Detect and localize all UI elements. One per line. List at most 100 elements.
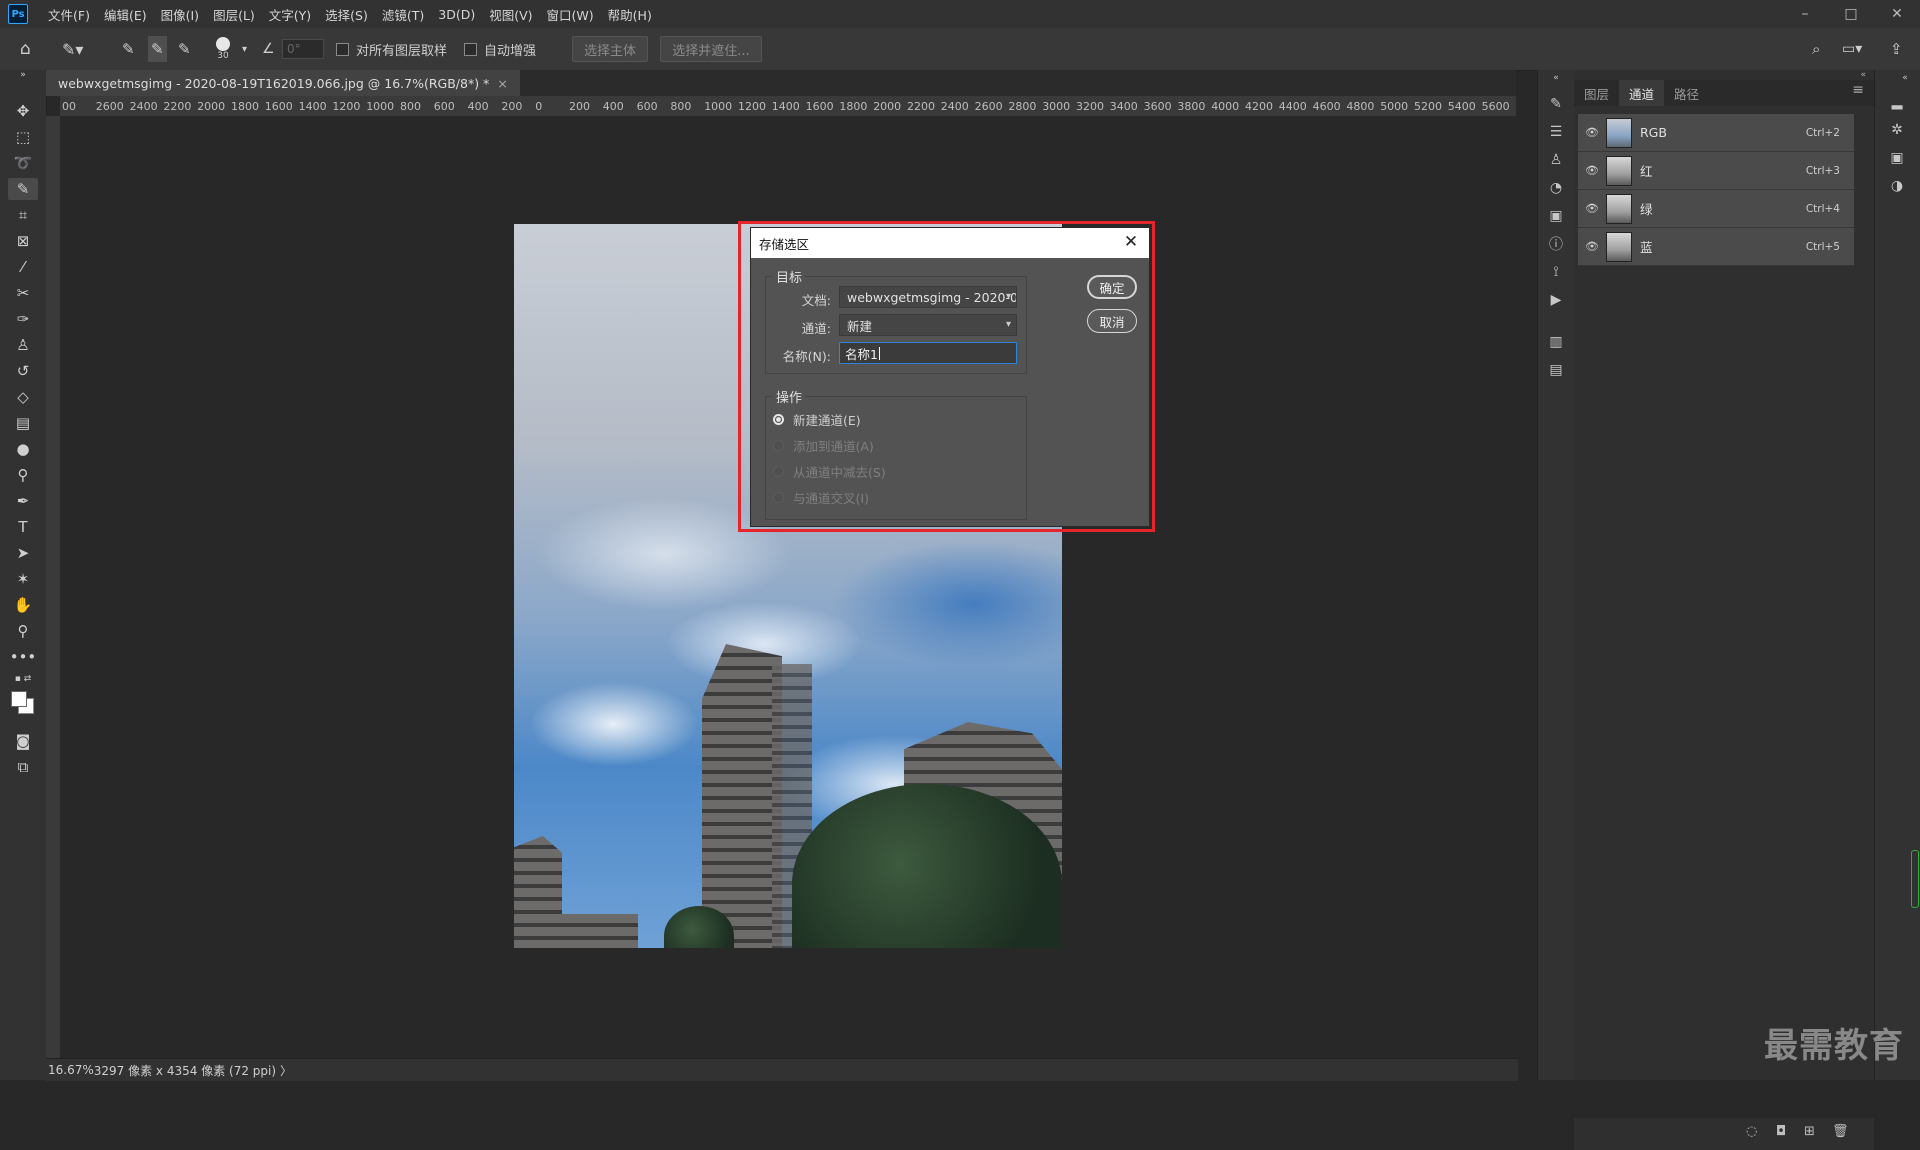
load-selection-icon[interactable]: ◌ [1746,1124,1757,1139]
quick-select-preset-icon[interactable]: ✎▾ [62,28,83,70]
search-icon[interactable]: ⌕ [1812,28,1820,70]
type-tool-icon[interactable]: T [8,516,38,538]
path-selection-tool-icon[interactable]: ➤ [8,542,38,564]
menu-layer[interactable]: 图层(L) [213,5,255,24]
cancel-button[interactable]: 取消 [1087,309,1137,333]
menu-file[interactable]: 文件(F) [48,5,90,24]
close-icon[interactable]: ✕ [1121,232,1141,252]
gradient-tool-icon[interactable]: ▤ [8,412,38,434]
menu-view[interactable]: 视图(V) [489,5,532,24]
auto-enhance-checkbox[interactable]: 自动增强 [464,28,536,70]
history-icon[interactable]: ◔ [1546,178,1566,198]
menu-select[interactable]: 选择(S) [325,5,368,24]
eye-icon[interactable]: 👁 [1584,202,1600,215]
clone-stamp-tool-icon[interactable]: ♙ [8,334,38,356]
frame-tool-icon[interactable]: ⊠ [8,230,38,252]
pen-tool-icon[interactable]: ✒ [8,490,38,512]
tab-channels[interactable]: 通道 [1619,80,1665,106]
brush-settings-icon[interactable]: ✎ [1546,94,1566,114]
collapse-strip-icon[interactable]: « [1546,68,1566,88]
libraries-icon[interactable]: ▥ [1546,332,1566,352]
channel-select[interactable]: 新建 ▾ [839,314,1017,336]
document-tab[interactable]: webwxgetmsgimg - 2020-08-19T162019.066.j… [46,70,520,96]
menu-3d[interactable]: 3D(D) [438,7,475,22]
scroll-indicator[interactable] [1911,850,1919,908]
home-icon[interactable]: ⌂ [20,28,31,70]
eye-icon[interactable]: 👁 [1584,240,1600,253]
minimize-icon[interactable]: – [1782,0,1828,28]
notes-icon[interactable]: ▤ [1546,360,1566,380]
menu-image[interactable]: 图像(I) [161,5,199,24]
crop-tool-icon[interactable]: ⌗ [8,204,38,226]
collapse-right-strip-icon[interactable]: « [1895,68,1915,88]
new-channel-icon[interactable]: ⊞ [1804,1124,1815,1139]
paths-icon[interactable]: ⟟ [1546,262,1566,282]
new-selection-icon[interactable]: ✎ [122,28,135,70]
menu-filter[interactable]: 滤镜(T) [382,5,424,24]
eraser-tool-icon[interactable]: ◇ [8,386,38,408]
document-select[interactable]: webwxgetmsgimg - 2020-08-19T1... ▾ [839,286,1017,308]
hand-tool-icon[interactable]: ✋ [8,594,38,616]
subtract-selection-icon[interactable]: ✎ [178,28,191,70]
menu-edit[interactable]: 编辑(E) [104,5,147,24]
name-input[interactable]: 名称1 [839,342,1017,364]
brush-size-picker[interactable]: 30 [216,28,230,70]
menu-type[interactable]: 文字(Y) [269,5,311,24]
quick-selection-tool-icon[interactable]: ✎ [8,178,38,200]
delete-channel-icon[interactable]: 🗑 [1832,1124,1849,1139]
move-tool-icon[interactable]: ✥ [8,100,38,122]
close-window-icon[interactable]: ✕ [1874,0,1920,28]
custom-shape-tool-icon[interactable]: ✶ [8,568,38,590]
radio-new-channel[interactable]: 新建通道(E) [773,410,861,429]
close-tab-icon[interactable]: × [497,76,507,91]
swatches-icon[interactable]: ▣ [1887,148,1907,168]
quick-mask-icon[interactable]: ◙ [8,730,38,752]
lasso-tool-icon[interactable]: ➰ [8,152,38,174]
adjustments-icon[interactable]: ☰ [1546,122,1566,142]
healing-brush-tool-icon[interactable]: ✂ [8,282,38,304]
actions-play-icon[interactable]: ▶ [1546,290,1566,310]
save-selection-icon[interactable]: ◘ [1776,1124,1786,1139]
expand-panel-icon[interactable]: « [1860,70,1866,80]
zoom-level[interactable]: 16.67% [48,1063,94,1077]
color-swatches[interactable] [8,688,38,718]
add-to-selection-icon[interactable]: ✎ [148,36,167,62]
channel-row-blue[interactable]: 👁 蓝 Ctrl+5 [1578,228,1854,266]
swap-colors-icon[interactable]: ▪ ⇄ [8,672,38,686]
foreground-color-swatch[interactable] [11,691,27,707]
collapse-toolbar-icon[interactable]: » [8,70,38,80]
eyedropper-tool-icon[interactable]: ⁄ [8,256,38,278]
angle-input[interactable]: 0° [282,39,324,59]
select-subject-button[interactable]: 选择主体 [572,36,648,62]
navigator-icon[interactable]: ✲ [1887,120,1907,140]
tab-paths[interactable]: 路径 [1664,80,1709,106]
menu-help[interactable]: 帮助(H) [608,5,652,24]
channel-row-green[interactable]: 👁 绿 Ctrl+4 [1578,190,1854,228]
share-icon[interactable]: ⇪ [1890,28,1903,70]
ok-button[interactable]: 确定 [1087,275,1137,299]
channel-row-red[interactable]: 👁 红 Ctrl+3 [1578,152,1854,190]
brush-tool-icon[interactable]: ✑ [8,308,38,330]
workspace-icon[interactable]: ▭▾ [1842,28,1862,70]
menu-window[interactable]: 窗口(W) [547,5,594,24]
color-icon[interactable]: ◑ [1887,176,1907,196]
eye-icon[interactable]: 👁 [1584,126,1600,139]
tab-layers[interactable]: 图层 [1574,80,1619,106]
eye-icon[interactable]: 👁 [1584,164,1600,177]
more-tools-icon[interactable]: ••• [8,646,38,668]
panel-menu-icon[interactable]: ≡ [1852,82,1864,98]
zoom-tool-icon[interactable]: ⚲ [8,620,38,642]
info-icon[interactable]: ⓘ [1546,234,1566,254]
maximize-icon[interactable]: □ [1828,0,1874,28]
select-and-mask-button[interactable]: 选择并遮住... [660,36,762,62]
marquee-tool-icon[interactable]: ⬚ [8,126,38,148]
status-menu-arrow-icon[interactable]: 〉 [280,1062,292,1079]
chevron-down-icon[interactable]: ▾ [242,28,247,70]
properties-icon[interactable]: ▣ [1546,206,1566,226]
histogram-icon[interactable]: ▂ [1887,92,1907,112]
dodge-tool-icon[interactable]: ⚲ [8,464,38,486]
sample-all-layers-checkbox[interactable]: 对所有图层取样 [336,28,447,70]
channel-row-rgb[interactable]: 👁 RGB Ctrl+2 [1578,114,1854,152]
clone-source-icon[interactable]: ♙ [1546,150,1566,170]
history-brush-tool-icon[interactable]: ↺ [8,360,38,382]
